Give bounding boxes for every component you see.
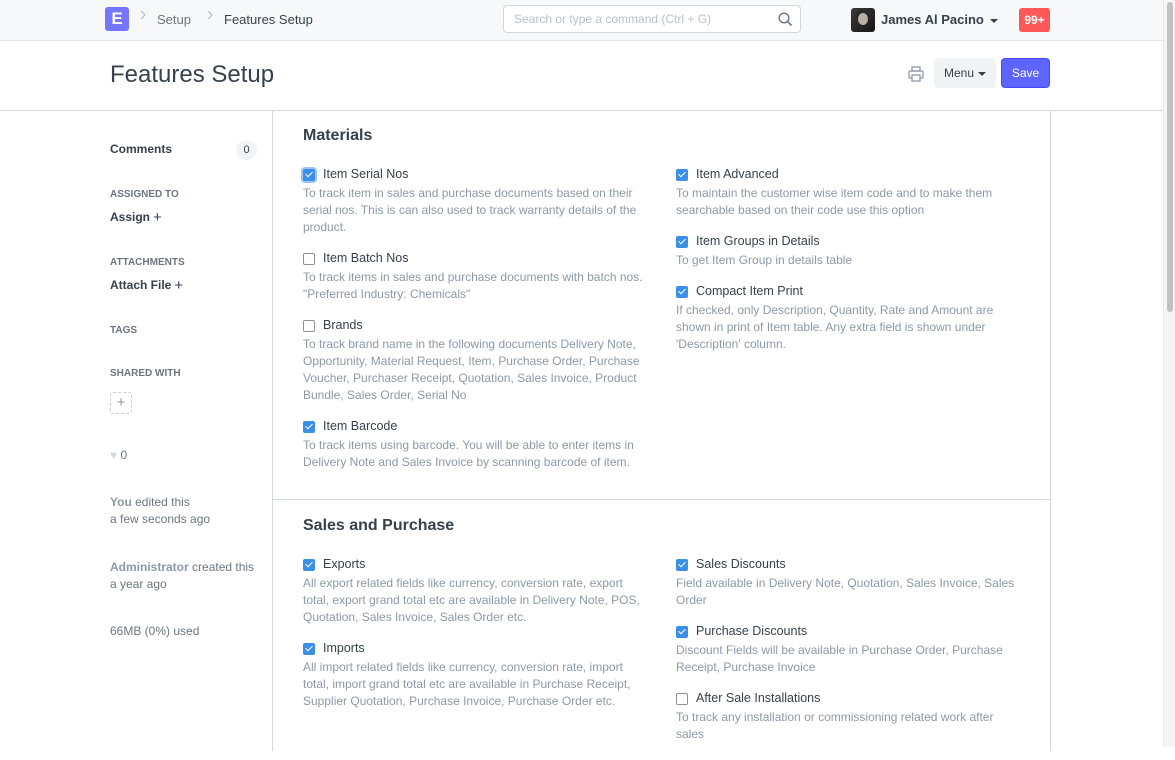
avatar[interactable]: [851, 8, 875, 32]
field-label[interactable]: After Sale Installations: [696, 691, 820, 705]
field-description: To track any installation or commissioni…: [676, 710, 994, 741]
activity-item: Administrator created this a year ago: [110, 559, 254, 593]
checkbox-compact-item-print[interactable]: [676, 286, 688, 298]
app-logo[interactable]: E: [105, 7, 129, 31]
top-navbar: E Setup Features Setup James Al Pacino 9…: [0, 0, 1163, 41]
print-icon[interactable]: [906, 64, 926, 84]
page-head: Features Setup Menu Save: [0, 41, 1163, 111]
caret-down-icon: [989, 18, 998, 23]
field-description: All export related fields like currency,…: [303, 576, 640, 624]
search-box: [503, 5, 801, 33]
field-description: To track items using barcode. You will b…: [303, 438, 634, 469]
field-label[interactable]: Exports: [323, 557, 365, 571]
assign-button[interactable]: Assign +: [110, 209, 162, 226]
menu-button-label: Menu: [943, 66, 975, 80]
activity-action: edited this: [131, 495, 190, 509]
menu-button[interactable]: Menu: [934, 58, 996, 88]
like-button[interactable]: ♥ 0: [110, 448, 127, 462]
field-description: To maintain the customer wise item code …: [676, 186, 993, 217]
field-description: Field available in Delivery Note, Quotat…: [676, 576, 1015, 607]
field-description: To track items in sales and purchase doc…: [303, 270, 643, 301]
field-label[interactable]: Item Batch Nos: [323, 251, 408, 265]
field-description: Discount Fields will be available in Pur…: [676, 643, 1003, 674]
section-title-sales-and-purchase: Sales and Purchase: [303, 517, 455, 534]
field-label[interactable]: Brands: [323, 318, 363, 332]
page-title: Features Setup: [110, 61, 275, 88]
checkbox-sales-discounts[interactable]: [676, 559, 688, 571]
checkbox-imports[interactable]: [303, 643, 315, 655]
checkbox-item-serial-nos[interactable]: [303, 169, 315, 181]
field-label[interactable]: Sales Discounts: [696, 557, 786, 571]
field-label[interactable]: Compact Item Print: [696, 284, 803, 298]
assigned-to-heading: ASSIGNED TO: [110, 189, 179, 200]
field-label[interactable]: Item Barcode: [323, 419, 397, 433]
plus-icon: +: [153, 209, 162, 226]
field-description: To get Item Group in details table: [676, 253, 853, 267]
field-description: All import related fields like currency,…: [303, 660, 631, 708]
checkbox-brands[interactable]: [303, 320, 315, 332]
checkbox-item-barcode[interactable]: [303, 421, 315, 433]
field-label[interactable]: Item Advanced: [696, 167, 779, 181]
chevron-right-icon: [207, 11, 213, 19]
search-input[interactable]: [504, 6, 774, 32]
notification-badge[interactable]: 99+: [1019, 8, 1050, 32]
storage-usage: 66MB (0%) used: [110, 624, 200, 638]
checkbox-item-batch-nos[interactable]: [303, 253, 315, 265]
shared-with-heading: SHARED WITH: [110, 368, 181, 379]
attach-file-button[interactable]: Attach File +: [110, 277, 183, 294]
tags-heading[interactable]: TAGS: [110, 325, 137, 336]
attach-file-label: Attach File: [110, 278, 172, 292]
breadcrumb-setup[interactable]: Setup: [157, 12, 191, 27]
activity-actor[interactable]: You: [110, 495, 132, 509]
field-label[interactable]: Item Groups in Details: [696, 234, 820, 248]
comments-count-badge: 0: [236, 140, 257, 160]
page-scrollbar[interactable]: [1163, 0, 1175, 747]
field-label[interactable]: Item Serial Nos: [323, 167, 408, 181]
field-description: To track item in sales and purchase docu…: [303, 186, 637, 234]
breadcrumb-features-setup[interactable]: Features Setup: [224, 12, 313, 27]
checkbox-after-sale-installations[interactable]: [676, 693, 688, 705]
checkbox-exports[interactable]: [303, 559, 315, 571]
user-name: James Al Pacino: [881, 12, 984, 27]
likes-count: 0: [120, 448, 128, 462]
activity-action: created this: [188, 560, 255, 574]
checkbox-item-advanced[interactable]: [676, 169, 688, 181]
checkbox-item-groups-in-details[interactable]: [676, 236, 688, 248]
add-share-button[interactable]: +: [110, 392, 132, 414]
form-layout: Materials Item Serial Nos To track item …: [272, 111, 1051, 760]
checkbox-purchase-discounts[interactable]: [676, 626, 688, 638]
chevron-right-icon: [140, 11, 146, 19]
heart-icon: ♥: [110, 448, 118, 462]
search-icon[interactable]: [778, 12, 793, 27]
plus-icon: +: [174, 277, 184, 294]
assign-label: Assign: [110, 210, 151, 224]
plus-icon: +: [116, 394, 126, 411]
section-title-materials: Materials: [303, 127, 373, 144]
save-button[interactable]: Save: [1001, 58, 1050, 88]
field-description: If checked, only Description, Quantity, …: [676, 303, 994, 351]
field-label[interactable]: Purchase Discounts: [696, 624, 807, 638]
activity-actor[interactable]: Administrator: [110, 560, 189, 574]
comments-link[interactable]: Comments: [110, 142, 172, 156]
user-menu[interactable]: James Al Pacino: [881, 12, 998, 27]
activity-item: You edited this a few seconds ago: [110, 494, 210, 528]
field-description: To track brand name in the following doc…: [303, 337, 640, 402]
field-label[interactable]: Imports: [323, 641, 365, 655]
activity-time: a few seconds ago: [110, 512, 211, 526]
attachments-heading: ATTACHMENTS: [110, 257, 185, 268]
scrollbar-thumb[interactable]: [1167, 2, 1173, 312]
activity-time: a year ago: [110, 577, 167, 591]
caret-down-icon: [978, 71, 987, 76]
